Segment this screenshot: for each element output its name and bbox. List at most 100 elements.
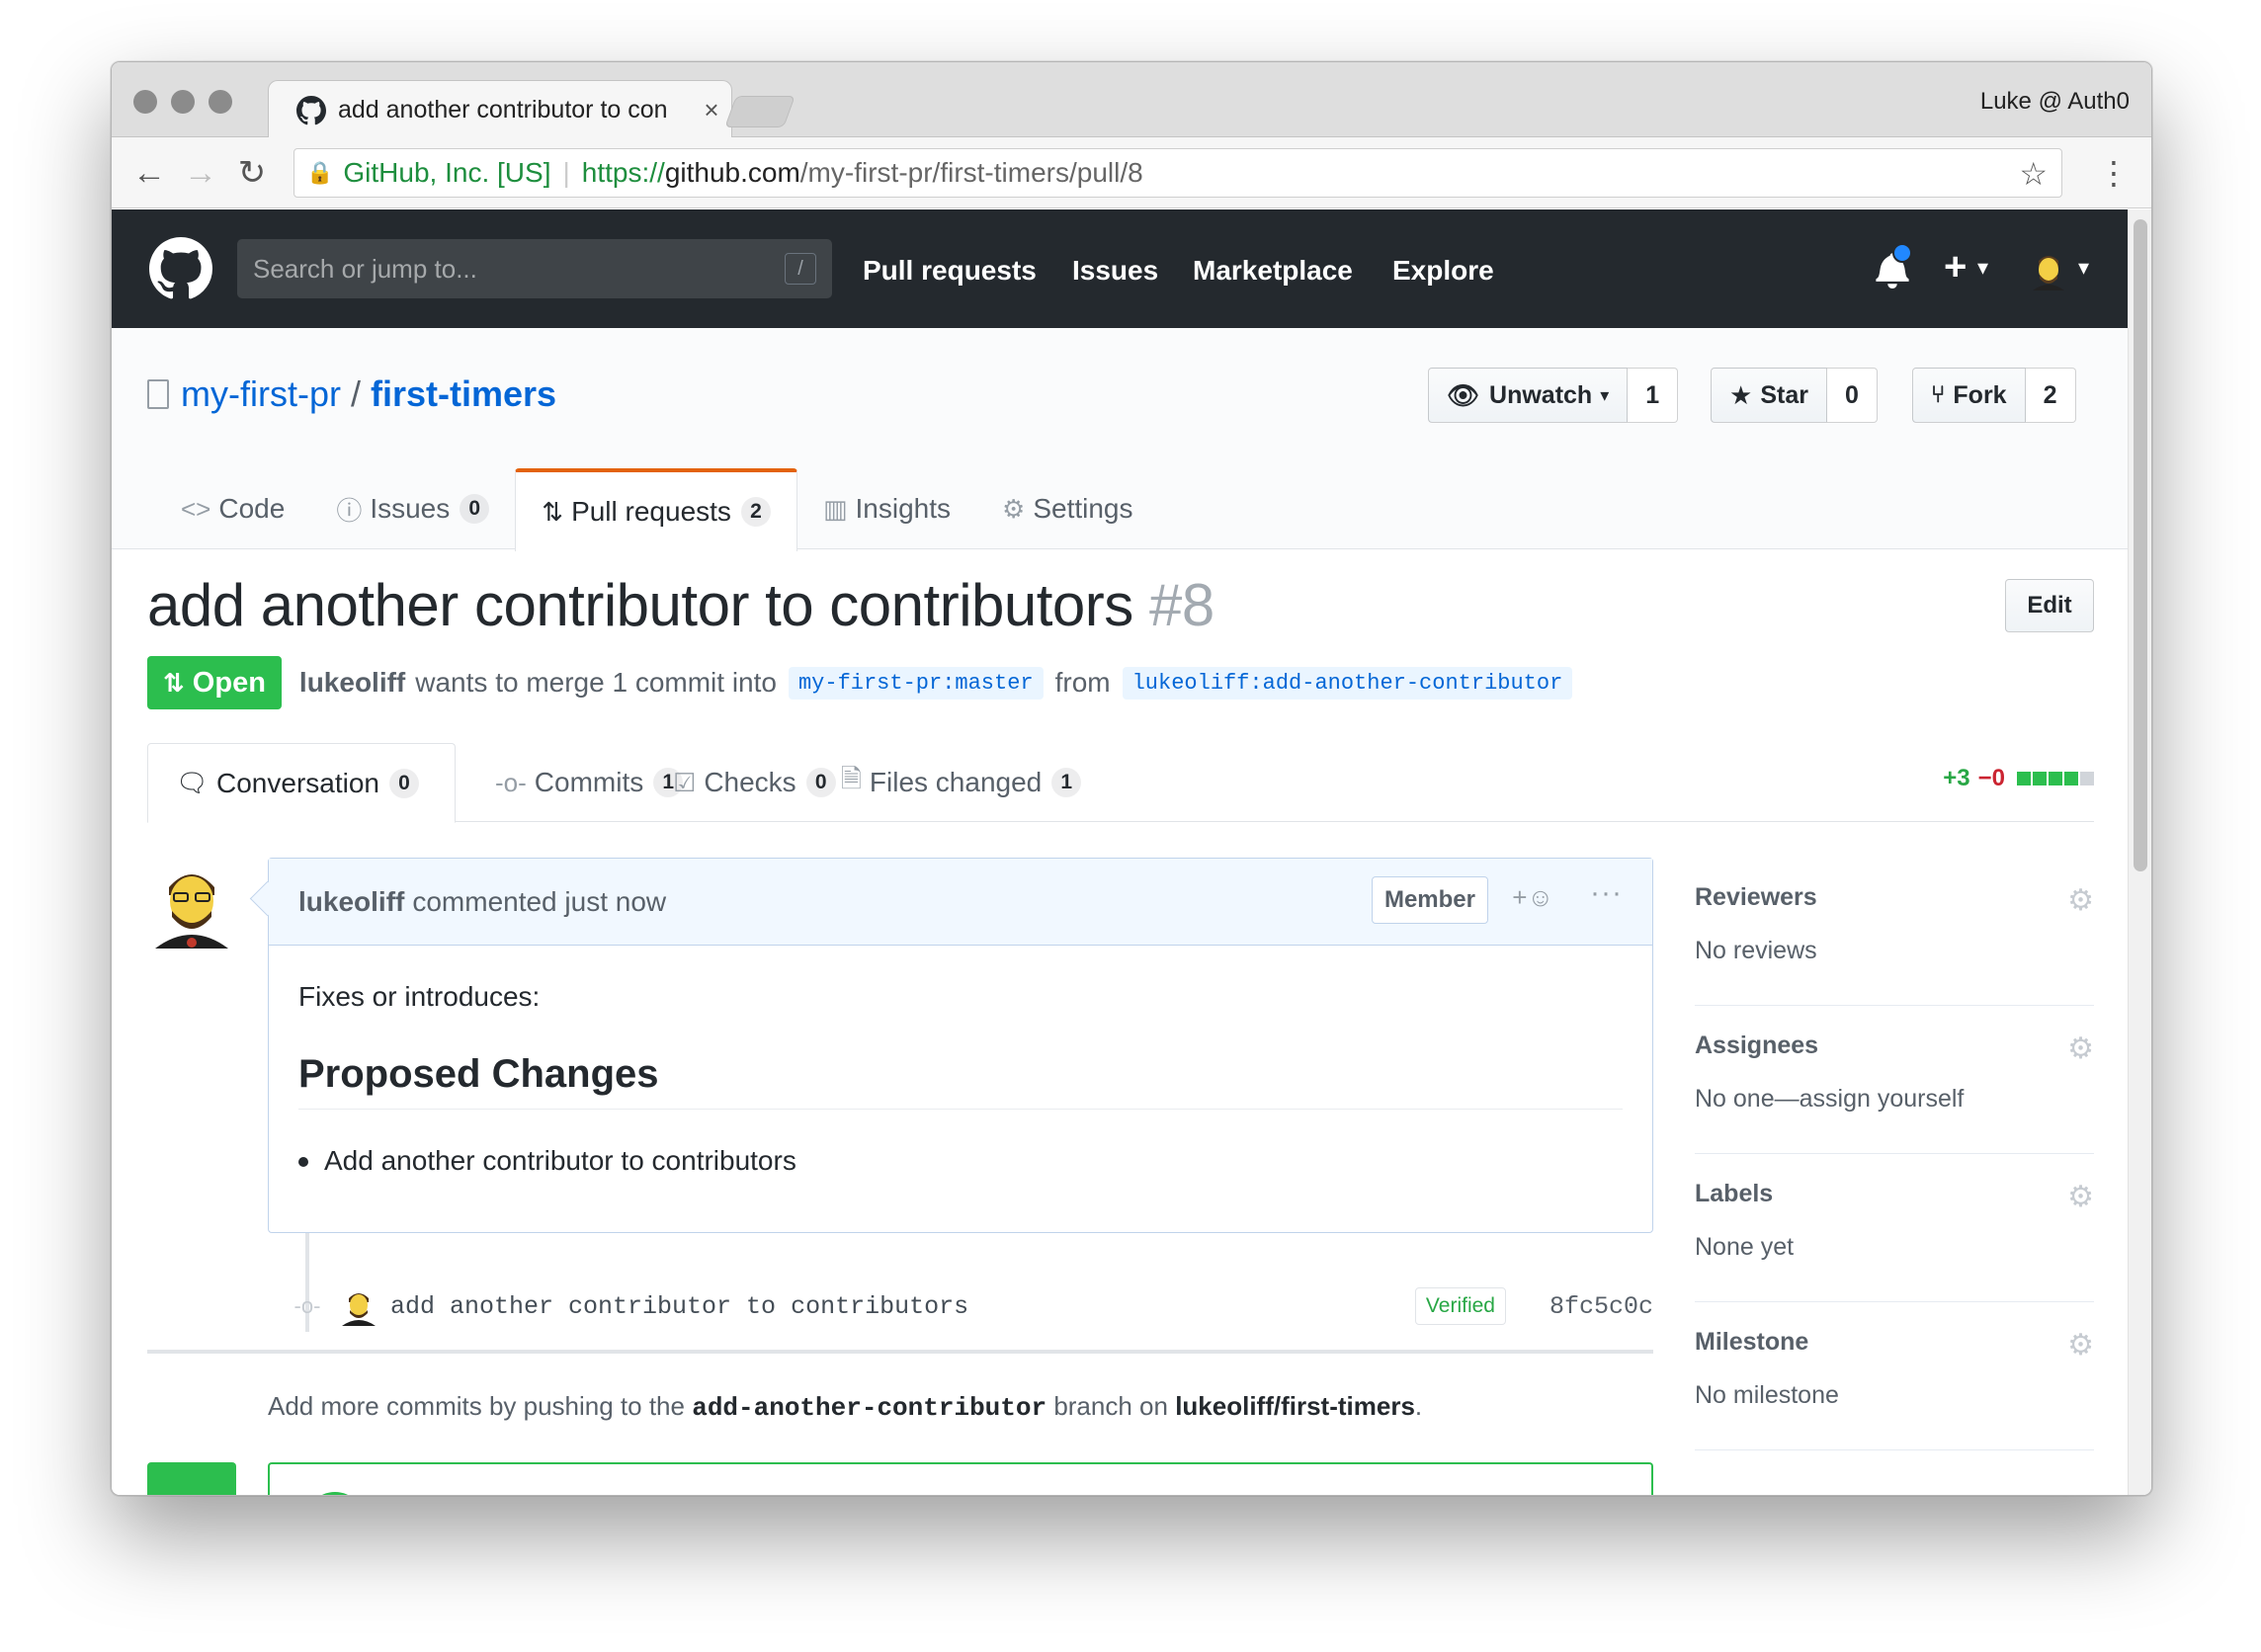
maximize-window-button[interactable] — [209, 90, 232, 114]
nav-explore[interactable]: Explore — [1392, 255, 1494, 287]
pr-merge-text: wants to merge 1 commit into — [415, 667, 777, 698]
pr-title: add another contributor to contributors … — [147, 571, 1214, 639]
nav-pull-requests[interactable]: Pull requests — [863, 255, 1037, 287]
graph-icon: ▥ — [822, 493, 848, 524]
avatar-caret-icon[interactable]: ▾ — [2078, 255, 2089, 281]
verified-badge[interactable]: Verified — [1414, 1287, 1506, 1325]
pull-requests-counter: 2 — [740, 497, 771, 527]
push-note: Add more commits by pushing to the add-a… — [268, 1391, 1422, 1423]
gear-icon[interactable]: ⚙ — [2067, 1032, 2094, 1066]
github-header: Search or jump to... / Pull requests Iss… — [112, 209, 2130, 328]
edit-title-button[interactable]: Edit — [2005, 579, 2094, 632]
sidebar-milestone-heading[interactable]: Milestone — [1695, 1328, 1808, 1357]
add-reaction-icon[interactable]: +☺ — [1512, 882, 1553, 913]
sidebar-assignees-heading[interactable]: Assignees — [1695, 1032, 1818, 1060]
fork-count[interactable]: 2 — [2025, 368, 2076, 423]
commit-row: -o- add another contributor to contribut… — [288, 1277, 1653, 1336]
push-note-repo[interactable]: lukeoliff/first-timers — [1175, 1391, 1415, 1421]
unwatch-button[interactable]: 👁 Unwatch ▾ — [1428, 368, 1629, 423]
pull-request-state-icon: ⇅ — [163, 667, 185, 698]
scrollbar-thumb[interactable] — [2134, 219, 2147, 871]
star-button[interactable]: ★ Star — [1711, 368, 1827, 423]
push-note-suffix: . — [1414, 1391, 1423, 1421]
browser-tab[interactable]: add another contributor to con × — [268, 80, 732, 139]
comment-list-item: Add another contributor to contributors — [298, 1145, 1623, 1177]
commit-node-icon: -o- — [293, 1293, 321, 1318]
repo-icon — [147, 379, 169, 409]
commit-author-avatar[interactable] — [339, 1286, 378, 1326]
more-options-icon[interactable]: ··· — [1590, 876, 1623, 910]
nav-issues[interactable]: Issues — [1072, 255, 1158, 287]
sidebar-labels-heading[interactable]: Labels — [1695, 1180, 1773, 1208]
sidebar-reviewers: Reviewers ⚙ No reviews — [1695, 858, 2094, 1006]
tab-pull-requests[interactable]: ⇅ Pull requests 2 — [515, 468, 797, 551]
plus-icon[interactable]: + — [1944, 245, 1967, 289]
pr-author-link[interactable]: lukeoliff — [299, 667, 405, 699]
user-avatar-icon[interactable] — [2029, 249, 2068, 290]
comment-author-link[interactable]: lukeoliff — [298, 886, 404, 918]
checklist-icon: ☑ — [673, 767, 697, 797]
repo-name-link[interactable]: first-timers — [371, 373, 556, 415]
star-group: ★ Star 0 — [1711, 368, 1878, 423]
gear-icon[interactable]: ⚙ — [2067, 1180, 2094, 1214]
tab-conversation-label: Conversation — [216, 767, 379, 798]
browser-menu-icon[interactable]: ⋮ — [2098, 155, 2130, 191]
tab-issues[interactable]: ⓘ Issues 0 — [310, 468, 515, 549]
page-scrollbar[interactable] — [2128, 209, 2151, 1495]
base-ref[interactable]: my-first-pr:master — [788, 666, 1044, 700]
sidebar-assignees-value[interactable]: No one—assign yourself — [1695, 1085, 1964, 1114]
star-icon: ★ — [1729, 379, 1753, 410]
gear-icon[interactable]: ⚙ — [2067, 883, 2094, 918]
star-count[interactable]: 0 — [1826, 368, 1878, 423]
sidebar-labels: Labels ⚙ None yet — [1695, 1154, 2094, 1302]
tab-insights[interactable]: ▥ Insights — [797, 468, 976, 549]
pr-number: #8 — [1148, 572, 1214, 638]
tab-title: add another contributor to con — [338, 96, 668, 124]
watch-group: 👁 Unwatch ▾ 1 — [1428, 368, 1679, 423]
github-logo-icon[interactable] — [149, 237, 212, 300]
pr-state-line: ⇅ Open lukeoliff wants to merge 1 commit… — [147, 656, 1584, 709]
comment-discussion-icon: 🗨 — [176, 768, 209, 797]
merge-check-icon — [305, 1492, 365, 1495]
forward-icon[interactable]: → — [181, 153, 220, 193]
back-icon[interactable]: ← — [129, 153, 169, 193]
repo-separator: / — [350, 373, 361, 414]
minimize-window-button[interactable] — [171, 90, 195, 114]
gear-icon[interactable]: ⚙ — [2067, 1328, 2094, 1363]
close-window-button[interactable] — [133, 90, 157, 114]
tab-settings[interactable]: ⚙ Settings — [976, 468, 1158, 549]
head-ref[interactable]: lukeoliff:add-another-contributor — [1122, 666, 1573, 700]
url-field[interactable]: 🔒 GitHub, Inc. [US] | https:// github.co… — [293, 148, 2062, 198]
lock-icon: 🔒 — [306, 160, 334, 185]
tab-close-icon[interactable]: × — [692, 95, 731, 125]
plus-caret-icon[interactable]: ▾ — [1977, 255, 1988, 281]
diff-blocks — [2015, 765, 2094, 792]
pr-tabs: 🗨 Conversation 0 -o- Commits 1 ☑ Checks … — [147, 743, 2094, 823]
commit-sha-link[interactable]: 8fc5c0c — [1549, 1292, 1653, 1321]
issues-counter: 0 — [460, 494, 490, 524]
fork-label: Fork — [1953, 380, 2007, 409]
search-input[interactable]: Search or jump to... / — [237, 239, 832, 298]
nav-marketplace[interactable]: Marketplace — [1193, 255, 1353, 287]
reload-icon[interactable]: ↻ — [232, 153, 272, 193]
bookmark-star-icon[interactable]: ☆ — [2019, 155, 2048, 193]
push-note-branch: add-another-contributor — [692, 1393, 1047, 1423]
tab-code[interactable]: <> Code — [155, 468, 310, 549]
tab-conversation[interactable]: 🗨 Conversation 0 — [147, 743, 456, 823]
tab-code-label: Code — [218, 493, 286, 524]
eye-icon: 👁 — [1447, 379, 1480, 410]
comment-author-avatar[interactable] — [147, 860, 236, 949]
profile-name[interactable]: Luke @ Auth0 — [1980, 88, 2130, 116]
tab-files-changed[interactable]: 🗎 Files changed 1 — [813, 743, 1109, 822]
new-tab-button[interactable] — [724, 96, 796, 127]
watch-count[interactable]: 1 — [1628, 368, 1679, 423]
repo-tabs: <> Code ⓘ Issues 0 ⇅ Pull requests 2 ▥ I… — [112, 468, 1159, 551]
diff-stat: +3 −0 — [1943, 765, 2094, 792]
pr-title-text: add another contributor to contributors — [147, 572, 1133, 638]
sidebar-reviewers-heading[interactable]: Reviewers — [1695, 883, 1817, 912]
repo-owner-link[interactable]: my-first-pr — [181, 373, 341, 415]
fork-button[interactable]: ⑂ Fork — [1912, 368, 2026, 423]
url-path: /my-first-pr/first-timers/pull/8 — [799, 157, 1143, 188]
commit-message-link[interactable]: add another contributor to contributors — [390, 1292, 1415, 1321]
pr-from-text: from — [1054, 667, 1111, 698]
